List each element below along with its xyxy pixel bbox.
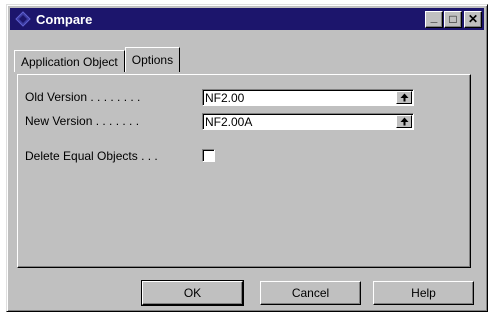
- minimize-button[interactable]: _: [425, 10, 443, 28]
- close-button[interactable]: ✕: [464, 10, 482, 28]
- title-bar[interactable]: Compare _ □ ✕: [10, 8, 484, 30]
- maximize-icon: □: [449, 12, 457, 26]
- help-button[interactable]: Help: [373, 281, 474, 305]
- delete-equal-row: Delete Equal Objects . . .: [25, 149, 158, 163]
- close-icon: ✕: [467, 12, 479, 26]
- delete-equal-checkbox[interactable]: [202, 149, 215, 162]
- old-version-field[interactable]: NF2.00: [202, 89, 414, 106]
- tab-strip: Application Object Options: [14, 47, 181, 72]
- old-version-label: Old Version . . . . . . . .: [25, 90, 141, 104]
- tab-label: Application Object: [21, 54, 118, 69]
- cube-icon: [14, 10, 32, 28]
- tab-options[interactable]: Options: [124, 47, 181, 72]
- minimize-icon: _: [430, 10, 438, 24]
- new-version-label: New Version . . . . . . .: [25, 114, 140, 128]
- options-panel: Old Version . . . . . . . . NF2.00 New V…: [17, 74, 471, 268]
- new-version-row: New Version . . . . . . .: [25, 114, 139, 128]
- help-label: Help: [411, 286, 436, 300]
- old-version-value: NF2.00: [205, 90, 245, 105]
- tab-label: Options: [131, 53, 174, 67]
- maximize-button[interactable]: □: [444, 10, 462, 28]
- new-version-field[interactable]: NF2.00A: [202, 113, 414, 130]
- delete-equal-label: Delete Equal Objects . . .: [25, 149, 158, 163]
- lookup-arrow-icon[interactable]: [396, 115, 412, 128]
- ok-button[interactable]: OK: [141, 280, 244, 306]
- cancel-label: Cancel: [291, 286, 330, 300]
- ok-label: OK: [183, 286, 202, 300]
- window-title: Compare: [36, 11, 93, 27]
- cancel-button[interactable]: Cancel: [260, 281, 361, 305]
- lookup-arrow-icon[interactable]: [396, 91, 412, 104]
- new-version-value: NF2.00A: [205, 114, 253, 129]
- old-version-row: Old Version . . . . . . . .: [25, 90, 140, 104]
- tab-application-object[interactable]: Application Object: [14, 50, 125, 72]
